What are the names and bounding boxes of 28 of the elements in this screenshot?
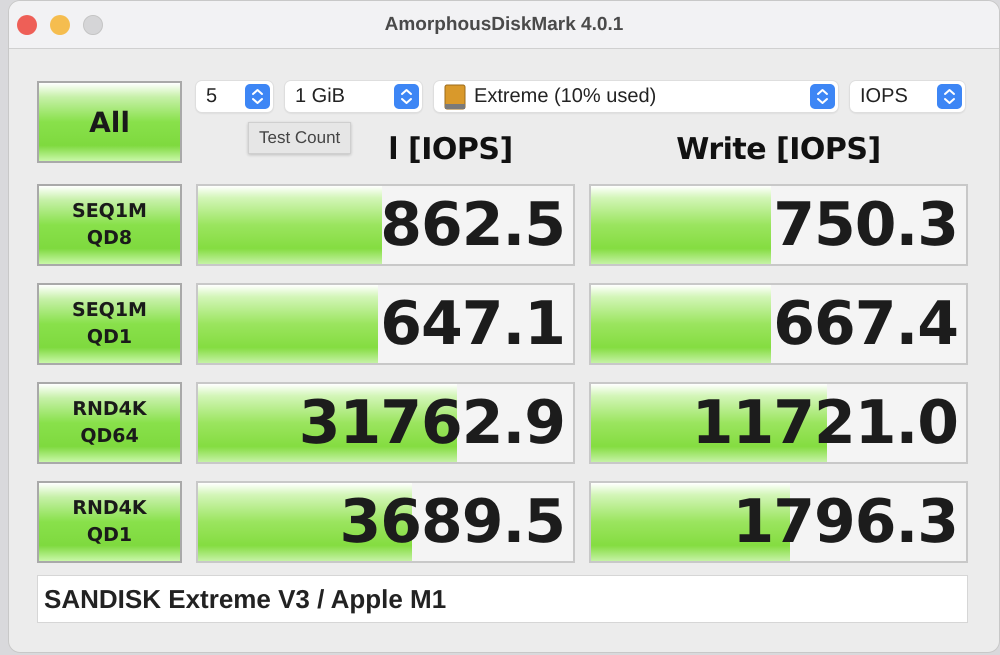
test-button[interactable]: RND4K QD1 <box>37 481 182 563</box>
stepper-icon[interactable] <box>245 84 270 109</box>
dropdown-value: 5 <box>206 85 218 108</box>
result-value: 667.4 <box>773 288 958 361</box>
column-heading: l [IOPS] <box>388 132 513 167</box>
dropdown-value: Extreme (10% used) <box>474 85 656 108</box>
size-dropdown[interactable]: 1 GiB <box>285 81 422 112</box>
drive-icon <box>444 84 466 110</box>
stepper-icon[interactable] <box>937 84 962 109</box>
column-heading: Write [IOPS] <box>675 132 882 167</box>
test-button[interactable]: SEQ1M QD8 <box>37 184 182 266</box>
result-value: 750.3 <box>773 189 958 262</box>
unit-dropdown[interactable]: IOPS <box>850 81 965 112</box>
dropdown-value: 1 GiB <box>295 85 346 108</box>
drive-dropdown[interactable]: Extreme (10% used) <box>434 81 838 112</box>
result-value: 647.1 <box>380 288 565 361</box>
comment-field[interactable]: SANDISK Extreme V3 / Apple M1 <box>37 575 968 623</box>
close-button[interactable] <box>17 14 37 34</box>
test-button[interactable]: SEQ1M QD1 <box>37 283 182 365</box>
all-button[interactable]: All <box>37 81 182 163</box>
count-dropdown[interactable]: 5 <box>196 81 273 112</box>
stepper-icon[interactable] <box>810 84 835 109</box>
test-button[interactable]: RND4K QD64 <box>37 382 182 464</box>
tooltip: Test Count <box>248 122 352 154</box>
window-title: AmorphousDiskMark 4.0.1 <box>384 14 624 34</box>
dropdown-value: IOPS <box>860 85 908 108</box>
stepper-icon[interactable] <box>394 84 419 109</box>
result-value: 862.5 <box>380 189 565 262</box>
